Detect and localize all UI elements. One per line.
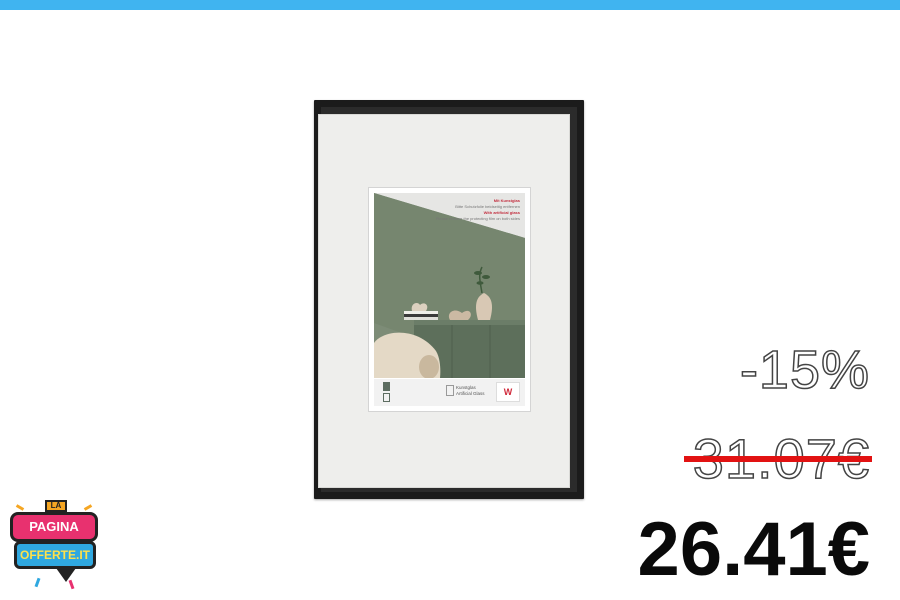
old-price-strikethrough — [684, 456, 872, 462]
print-text-de-note: Bitte Schutzfolie beidseitig entfernen — [455, 204, 520, 209]
color-swatch-filled — [383, 382, 390, 391]
print-text-en-note: Please remove the protecting film on bot… — [435, 216, 520, 221]
logo-spark — [34, 577, 41, 588]
footer-text-kunstglas: Kunstglas — [456, 385, 476, 390]
sample-print: Mit Kunstglas Bitte Schutzfolie beidseit… — [369, 188, 530, 411]
print-footer: Kunstglas Artificial Glass W — [374, 379, 525, 406]
logo-la-text: LA — [45, 500, 67, 512]
site-logo[interactable]: LA PAGINA DELLE OFFERTE.IT — [8, 498, 100, 598]
brand-logo: W — [496, 382, 520, 402]
logo-pagina-delle-text: PAGINA DELLE — [10, 512, 98, 558]
glass-icon — [446, 385, 454, 396]
logo-spark — [83, 504, 93, 511]
footer-text-artificial-glass: Artificial Glass — [456, 391, 485, 396]
top-accent-bar — [0, 0, 900, 10]
print-text-en-title: With artificial glass — [483, 210, 520, 215]
logo-spark — [15, 504, 25, 511]
discount-percentage: -15% — [739, 339, 870, 401]
new-price: 26.41€ — [637, 507, 870, 592]
logo-speech-tail — [56, 568, 76, 582]
color-swatch-outline — [383, 393, 390, 402]
logo-offerte-text: OFFERTE.IT — [14, 541, 96, 569]
print-text-de-title: Mit Kunstglas — [493, 198, 520, 203]
